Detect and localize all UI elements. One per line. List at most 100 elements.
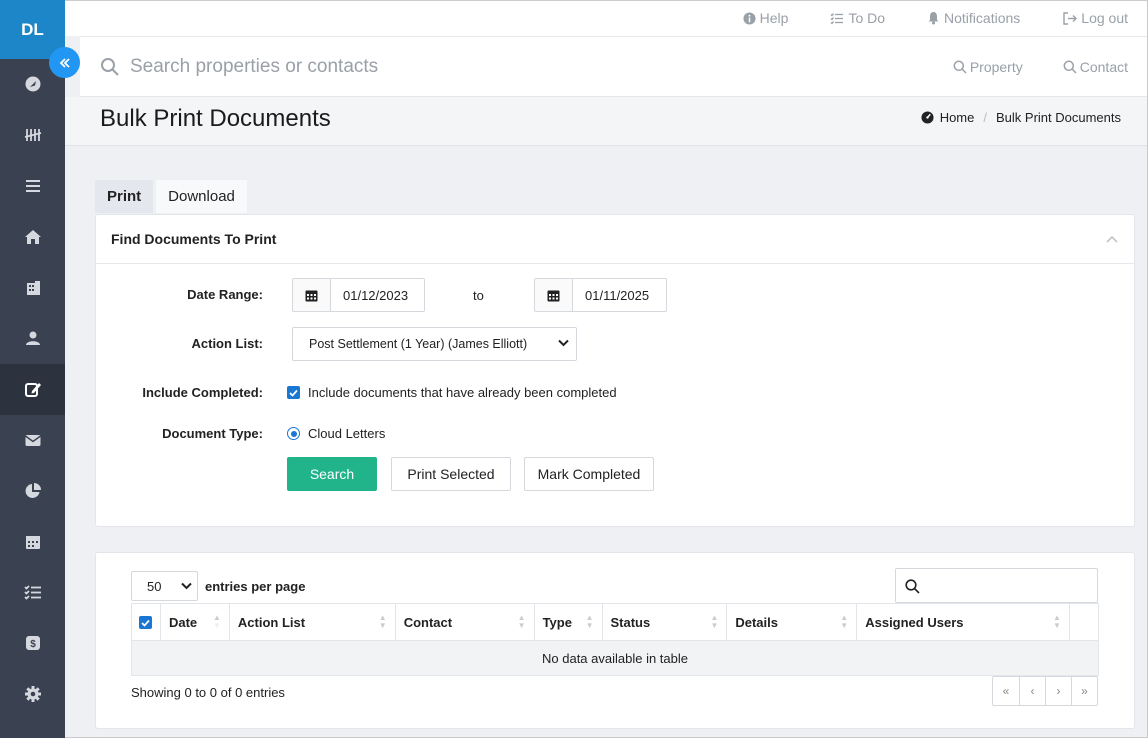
checklist-icon [830, 12, 844, 24]
entries-per-page: 50 entries per page [131, 571, 305, 601]
previous-page-button[interactable]: ‹ [1019, 677, 1045, 705]
column-header-assigned-users[interactable]: Assigned Users ▲ ▼ [856, 603, 1070, 641]
notifications-link[interactable]: Notifications [927, 10, 1020, 26]
calendar-icon[interactable] [293, 279, 331, 311]
money-icon[interactable]: $ [0, 618, 65, 669]
collapse-sidebar-button[interactable] [49, 47, 80, 78]
search-button[interactable]: Search [287, 457, 377, 491]
column-header-date[interactable]: Date ▲ ▼ [159, 603, 230, 641]
next-page-button[interactable]: › [1045, 677, 1071, 705]
breadcrumb-home[interactable]: Home [940, 110, 975, 125]
svg-text:$: $ [30, 639, 36, 650]
property-label: Property [969, 58, 1023, 75]
breadcrumb-current: Bulk Print Documents [996, 110, 1121, 125]
info-icon [743, 11, 756, 25]
building-icon[interactable] [0, 262, 65, 313]
document-type-label: Document Type: [162, 426, 263, 441]
todo-link[interactable]: To Do [830, 10, 885, 26]
calendar-icon[interactable] [535, 279, 573, 311]
gear-icon[interactable] [0, 669, 65, 720]
column-label: Details [735, 614, 778, 630]
notifications-label: Notifications [944, 10, 1021, 26]
include-completed-checkbox[interactable]: Include documents that have already been… [287, 385, 617, 400]
pie-chart-icon[interactable] [0, 465, 65, 516]
mail-icon[interactable] [0, 415, 65, 466]
home-icon[interactable] [0, 211, 65, 262]
column-header-action-list[interactable]: Action List ▲ ▼ [228, 603, 396, 641]
chevron-down-icon [558, 339, 569, 347]
first-page-button[interactable]: « [993, 677, 1019, 705]
tab-bar: Print Download [95, 180, 247, 213]
mark-completed-button[interactable]: Mark Completed [524, 457, 654, 491]
column-label: Contact [403, 614, 453, 630]
top-bar: Help To Do Notifications Log out [65, 0, 1148, 36]
per-page-select[interactable]: 50 [131, 571, 198, 601]
date-to-field[interactable]: 01/11/2025 [534, 278, 667, 312]
table-search-input[interactable] [895, 568, 1098, 603]
help-label: Help [759, 10, 789, 26]
sort-icon: ▲ ▼ [517, 613, 526, 630]
logout-label: Log out [1081, 10, 1128, 26]
print-selected-button[interactable]: Print Selected [391, 457, 511, 491]
card-title: Find Documents To Print [111, 231, 277, 247]
column-header-details[interactable]: Details ▲ ▼ [726, 603, 858, 641]
per-page-label: entries per page [205, 578, 306, 594]
date-from-field[interactable]: 01/12/2023 [292, 278, 425, 312]
logout-link[interactable]: Log out [1062, 10, 1128, 26]
last-page-button[interactable]: » [1071, 677, 1097, 705]
tab-download[interactable]: Download [156, 180, 247, 213]
task-list-icon[interactable] [0, 567, 65, 618]
search-icon [905, 579, 920, 594]
contact-label: Contact [1079, 58, 1128, 75]
sort-icon: ▲ ▼ [212, 613, 221, 630]
bell-icon [928, 12, 939, 25]
radio-selected-icon[interactable] [287, 427, 300, 440]
pagination: « ‹ › » [992, 676, 1098, 706]
per-page-value: 50 [147, 578, 162, 594]
tally-icon[interactable] [0, 110, 65, 161]
column-header-contact[interactable]: Contact ▲ ▼ [394, 603, 535, 641]
table-header-row: Date ▲ ▼ Action List ▲ ▼ Contact ▲ ▼ Type ▲ ▼ St… [131, 603, 1100, 641]
column-header-status[interactable]: Status ▲ ▼ [601, 603, 728, 641]
date-to-value[interactable]: 01/11/2025 [573, 279, 666, 311]
document-type-value: Cloud Letters [308, 426, 386, 441]
empty-table-message: No data available in table [131, 640, 1099, 676]
date-from-value[interactable]: 01/12/2023 [331, 279, 424, 311]
calendar-icon[interactable] [0, 516, 65, 567]
action-list-select[interactable]: Post Settlement (1 Year) (James Elliott) [292, 327, 577, 361]
column-header-spacer [1068, 603, 1100, 641]
todo-label: To Do [848, 10, 886, 26]
card-header[interactable]: Find Documents To Print [96, 215, 1134, 264]
user-icon[interactable] [0, 313, 65, 364]
chevron-up-icon[interactable] [1106, 235, 1118, 243]
sidebar: DL $ [0, 0, 65, 738]
action-list-value: Post Settlement (1 Year) (James Elliott) [309, 337, 528, 351]
global-search-input[interactable]: Search properties or contacts [130, 56, 378, 78]
help-link[interactable]: Help [743, 10, 789, 26]
showing-entries-text: Showing 0 to 0 of 0 entries [131, 685, 285, 700]
include-completed-label: Include Completed: [142, 385, 263, 400]
find-documents-card: Find Documents To Print Date Range: 01/1… [95, 214, 1135, 527]
column-header-type[interactable]: Type ▲ ▼ [533, 603, 603, 641]
breadcrumb: Home / Bulk Print Documents [921, 110, 1121, 125]
logout-icon [1063, 11, 1078, 25]
global-search-bar: Search properties or contacts Property C… [80, 36, 1147, 97]
list-icon[interactable] [0, 161, 65, 212]
contact-search-link[interactable]: Contact [1063, 59, 1128, 75]
checkbox-checked-icon[interactable] [287, 386, 300, 399]
select-all-header[interactable] [131, 603, 161, 641]
edit-icon[interactable] [0, 363, 65, 415]
sort-icon: ▲ ▼ [378, 613, 387, 630]
checkbox-checked-icon[interactable] [139, 616, 153, 629]
dashboard-icon [921, 111, 934, 124]
documents-table: Date ▲ ▼ Action List ▲ ▼ Contact ▲ ▼ Type ▲ ▼ St… [131, 603, 1100, 676]
to-label: to [473, 288, 484, 303]
property-search-link[interactable]: Property [953, 59, 1023, 75]
column-label: Action List [237, 614, 306, 630]
sort-icon: ▲ ▼ [840, 613, 849, 630]
tab-print[interactable]: Print [95, 180, 154, 213]
document-type-radio[interactable]: Cloud Letters [287, 426, 385, 441]
page-title: Bulk Print Documents [100, 105, 331, 132]
sort-icon: ▲ ▼ [585, 613, 594, 630]
include-completed-text: Include documents that have already been… [308, 385, 617, 400]
